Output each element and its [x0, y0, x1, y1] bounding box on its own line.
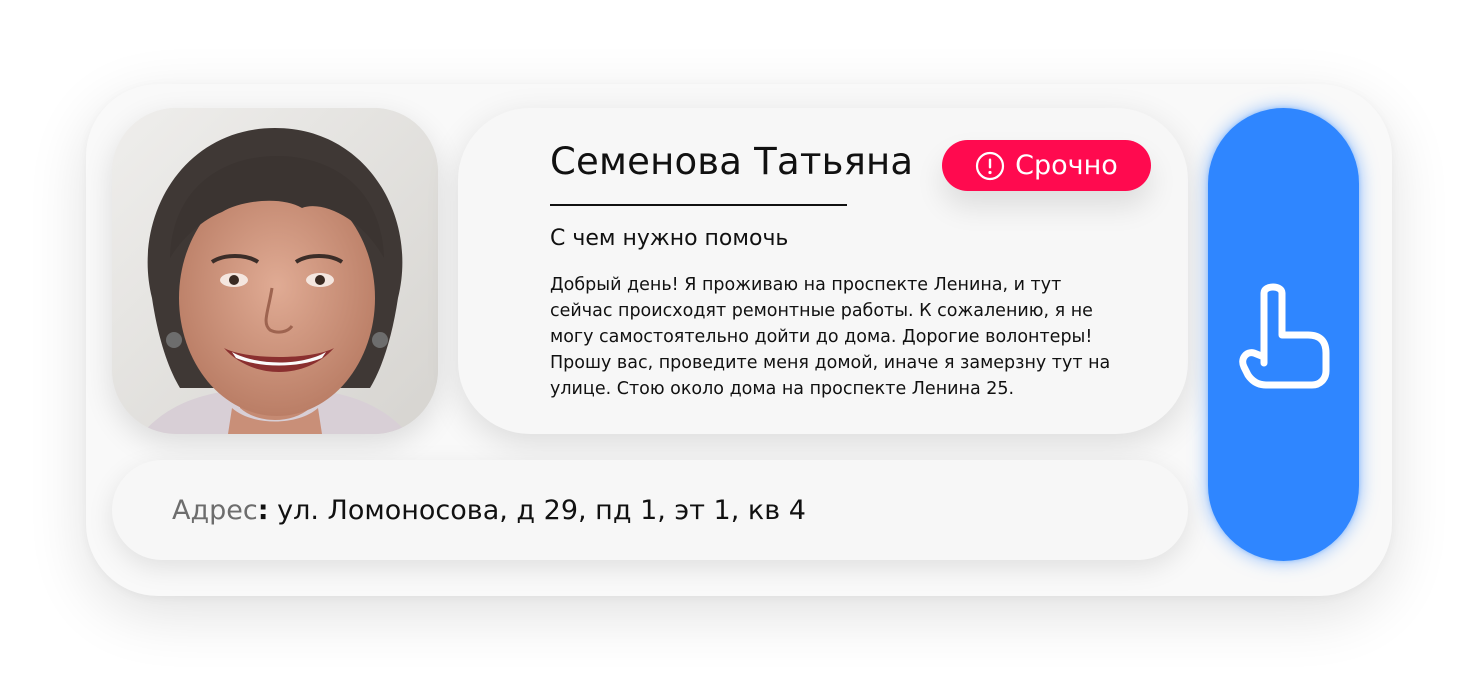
- message-line: Прошу вас, проведите меня домой, иначе я…: [550, 353, 1111, 373]
- address-panel: Адрес: ул. Ломоносова, д 29, пд 1, эт 1,…: [112, 460, 1188, 560]
- name-underline: [550, 204, 847, 206]
- help-section-title: С чем нужно помочь: [550, 226, 789, 251]
- request-info-panel: Семенова Татьяна Срочно С чем нужно помо…: [458, 108, 1188, 434]
- urgent-badge: Срочно: [942, 140, 1151, 191]
- message-line: сейчас происходят ремонтные работы. К со…: [550, 301, 1093, 321]
- request-message: Добрый день! Я проживаю на проспекте Лен…: [550, 272, 1150, 402]
- avatar-image: [112, 108, 438, 434]
- message-line: могу самостоятельно дойти до дома. Дорог…: [550, 327, 1093, 347]
- avatar: [112, 108, 438, 434]
- address-label: Адрес: [172, 494, 258, 526]
- exclamation-circle-icon: [976, 151, 1005, 180]
- respond-button[interactable]: [1208, 108, 1359, 561]
- message-line: Добрый день! Я проживаю на проспекте Лен…: [550, 275, 1062, 295]
- address-colon: :: [257, 494, 269, 526]
- address-text: Адрес: ул. Ломоносова, д 29, пд 1, эт 1,…: [172, 495, 806, 526]
- address-value: ул. Ломоносова, д 29, пд 1, эт 1, кв 4: [268, 494, 806, 526]
- message-line: улице. Стою около дома на проспекте Лени…: [550, 379, 1015, 399]
- person-name: Семенова Татьяна: [550, 140, 914, 183]
- pointing-hand-icon: [1238, 283, 1329, 388]
- urgent-badge-label: Срочно: [1015, 150, 1118, 181]
